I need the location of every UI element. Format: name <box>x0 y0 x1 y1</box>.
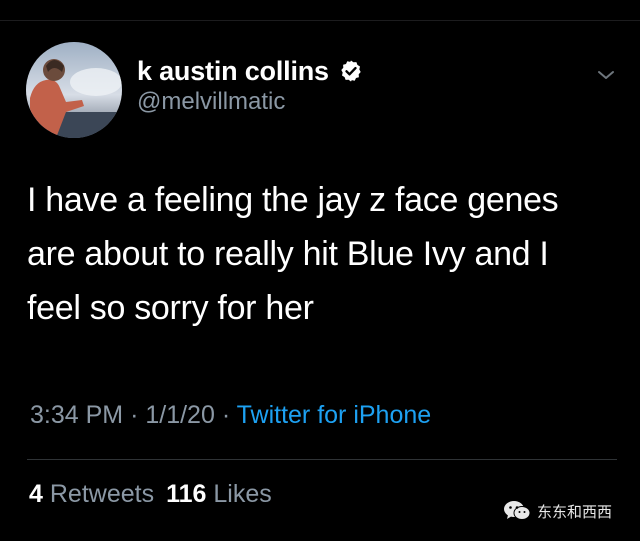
display-name[interactable]: k austin collins <box>137 56 329 87</box>
likes-label: Likes <box>213 480 272 508</box>
tweet-meta: 3:34 PM · 1/1/20 · Twitter for iPhone <box>30 401 431 430</box>
tweet-text-line: are about to really hit Blue Ivy and I <box>27 235 549 273</box>
watermark: 东东和西西 <box>503 500 612 522</box>
retweets-count: 4 <box>29 480 43 508</box>
chevron-down-icon[interactable] <box>594 63 618 87</box>
top-divider <box>0 20 640 21</box>
tweet-source-link[interactable]: Twitter for iPhone <box>237 401 432 429</box>
tweet-text-line: I have a feeling the jay z face genes <box>27 181 559 219</box>
tweet-text: I have a feeling the jay z face genes ar… <box>27 173 627 335</box>
tweet-date: 1/1/20 <box>145 401 215 429</box>
meta-separator: · <box>130 401 139 429</box>
tweet-stats: 4 Retweets 116 Likes <box>29 480 272 509</box>
wechat-logo-icon <box>504 501 531 520</box>
watermark-text: 东东和西西 <box>537 503 613 521</box>
likes-stat[interactable]: 116 Likes <box>166 480 272 508</box>
verified-badge-icon <box>341 60 361 82</box>
tweet-time: 3:34 PM <box>30 401 124 429</box>
retweets-stat[interactable]: 4 Retweets <box>29 480 154 508</box>
tweet-text-line: feel so sorry for her <box>27 289 314 327</box>
meta-separator: · <box>221 401 231 429</box>
user-handle[interactable]: @melvillmatic <box>137 88 285 116</box>
avatar-photo-icon <box>26 42 122 138</box>
stats-divider <box>27 459 617 460</box>
avatar[interactable] <box>26 42 122 138</box>
user-name-row[interactable]: k austin collins <box>137 53 363 89</box>
likes-count: 116 <box>166 480 207 508</box>
retweets-label: Retweets <box>49 480 155 508</box>
